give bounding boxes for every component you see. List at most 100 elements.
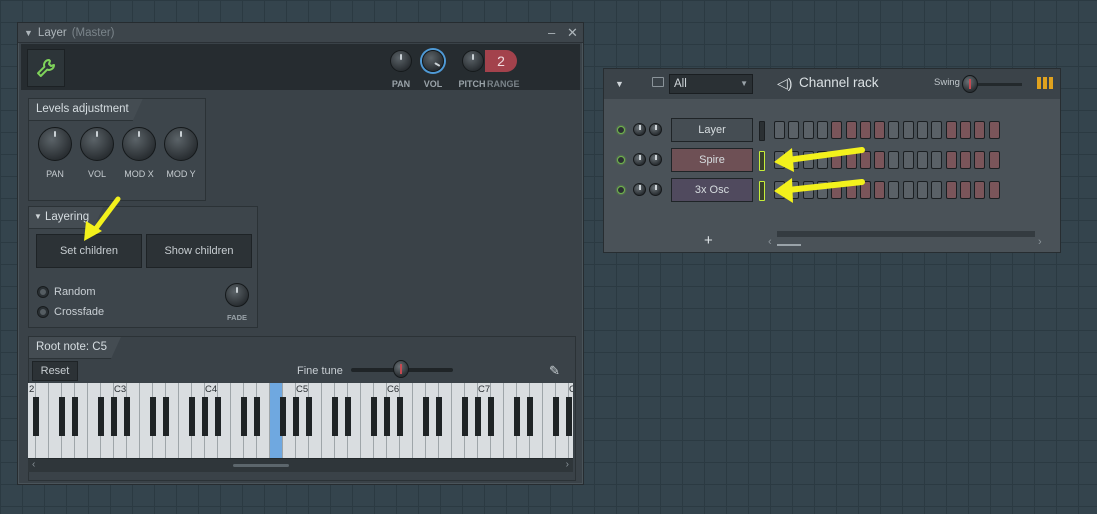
step-button[interactable]	[845, 181, 857, 199]
vol-knob[interactable]	[422, 50, 444, 72]
black-key[interactable]	[293, 397, 299, 436]
black-key[interactable]	[397, 397, 403, 436]
step-button[interactable]	[988, 121, 1000, 139]
black-key[interactable]	[371, 397, 377, 436]
piano-scrollbar[interactable]: ‹ ›	[28, 458, 573, 472]
piano-keyboard[interactable]: 2 C3 C4 C5 C6 C7 C	[28, 383, 573, 458]
black-key[interactable]	[436, 397, 442, 436]
channel-name-button[interactable]: Spire	[671, 148, 753, 172]
pitch-knob[interactable]	[462, 50, 484, 72]
step-button[interactable]	[831, 181, 843, 199]
black-key[interactable]	[306, 397, 312, 436]
channel-name-button[interactable]: 3x Osc	[671, 178, 753, 202]
step-button[interactable]	[902, 181, 914, 199]
mod-x-knob[interactable]	[122, 127, 156, 161]
step-button[interactable]	[788, 121, 800, 139]
black-key[interactable]	[514, 397, 520, 436]
scroll-right-icon[interactable]: ›	[566, 459, 569, 470]
step-button[interactable]	[888, 121, 900, 139]
step-button[interactable]	[774, 181, 785, 199]
step-button[interactable]	[788, 151, 800, 169]
channel-pan-knob[interactable]	[633, 153, 646, 166]
piano-brush-icon[interactable]: ✎	[549, 363, 560, 379]
layer-titlebar[interactable]: ▼ Layer (Master)	[18, 23, 583, 43]
step-button[interactable]	[774, 121, 785, 139]
step-button[interactable]	[816, 181, 828, 199]
channel-mute-led[interactable]	[617, 156, 625, 164]
step-button[interactable]	[859, 121, 871, 139]
black-key[interactable]	[72, 397, 78, 436]
black-key[interactable]	[332, 397, 338, 436]
black-key[interactable]	[475, 397, 481, 436]
channel-mute-led[interactable]	[617, 126, 625, 134]
step-button[interactable]	[945, 181, 957, 199]
step-button[interactable]	[902, 121, 914, 139]
wrench-icon[interactable]	[27, 49, 65, 87]
layering-collapse-icon[interactable]: ▼	[34, 212, 42, 221]
step-button[interactable]	[931, 151, 943, 169]
fine-tune-handle[interactable]	[393, 360, 409, 378]
pan-knob[interactable]	[390, 50, 412, 72]
black-key[interactable]	[254, 397, 260, 436]
crossfade-radio[interactable]	[37, 306, 49, 318]
step-button[interactable]	[931, 121, 943, 139]
mod-y-knob[interactable]	[164, 127, 198, 161]
rack-scroll-thumb[interactable]	[777, 244, 801, 246]
black-key[interactable]	[241, 397, 247, 436]
step-button[interactable]	[945, 151, 957, 169]
step-button[interactable]	[874, 181, 886, 199]
add-channel-button[interactable]: +	[704, 232, 713, 249]
channel-select-indicator[interactable]	[759, 121, 765, 141]
step-button[interactable]	[974, 181, 986, 199]
black-key[interactable]	[566, 397, 572, 436]
step-button[interactable]	[816, 151, 828, 169]
step-button[interactable]	[788, 181, 800, 199]
step-button[interactable]	[988, 151, 1000, 169]
step-button[interactable]	[802, 121, 814, 139]
channel-rack-header[interactable]: ▼ All ▼ ◁) Channel rack Swing	[604, 69, 1060, 99]
step-button[interactable]	[974, 151, 986, 169]
black-key[interactable]	[59, 397, 65, 436]
channel-vol-knob[interactable]	[649, 153, 662, 166]
random-radio[interactable]	[37, 286, 49, 298]
collapse-icon[interactable]: ▼	[24, 28, 33, 38]
black-key[interactable]	[384, 397, 390, 436]
black-key[interactable]	[488, 397, 494, 436]
channel-name-button[interactable]: Layer	[671, 118, 753, 142]
step-button[interactable]	[816, 121, 828, 139]
step-button[interactable]	[959, 121, 971, 139]
fade-knob[interactable]	[225, 283, 249, 307]
set-children-button[interactable]: Set children	[36, 234, 142, 268]
black-key[interactable]	[527, 397, 533, 436]
pitch-range-value[interactable]: 2	[485, 50, 517, 72]
levels-pan-knob[interactable]	[38, 127, 72, 161]
minimize-button[interactable]: –	[548, 25, 555, 40]
step-button[interactable]	[774, 151, 785, 169]
black-key[interactable]	[202, 397, 208, 436]
reset-button[interactable]: Reset	[32, 361, 78, 381]
step-button[interactable]	[845, 121, 857, 139]
black-key[interactable]	[215, 397, 221, 436]
black-key[interactable]	[345, 397, 351, 436]
step-button[interactable]	[802, 151, 814, 169]
step-button[interactable]	[874, 121, 886, 139]
step-button[interactable]	[917, 181, 928, 199]
step-button[interactable]	[859, 151, 871, 169]
black-key[interactable]	[111, 397, 117, 436]
black-key[interactable]	[98, 397, 104, 436]
step-button[interactable]	[831, 121, 843, 139]
black-key[interactable]	[553, 397, 559, 436]
channel-filter-select[interactable]: All ▼	[669, 74, 753, 94]
channel-pan-knob[interactable]	[633, 183, 646, 196]
channel-vol-knob[interactable]	[649, 183, 662, 196]
black-key[interactable]	[280, 397, 286, 436]
black-key[interactable]	[163, 397, 169, 436]
close-button[interactable]: ✕	[567, 25, 578, 41]
step-button[interactable]	[959, 181, 971, 199]
channel-select-indicator[interactable]	[759, 181, 765, 201]
black-key[interactable]	[33, 397, 39, 436]
black-key[interactable]	[150, 397, 156, 436]
graph-editor-icon[interactable]	[1037, 77, 1053, 89]
swing-handle[interactable]	[962, 75, 978, 93]
step-button[interactable]	[959, 151, 971, 169]
